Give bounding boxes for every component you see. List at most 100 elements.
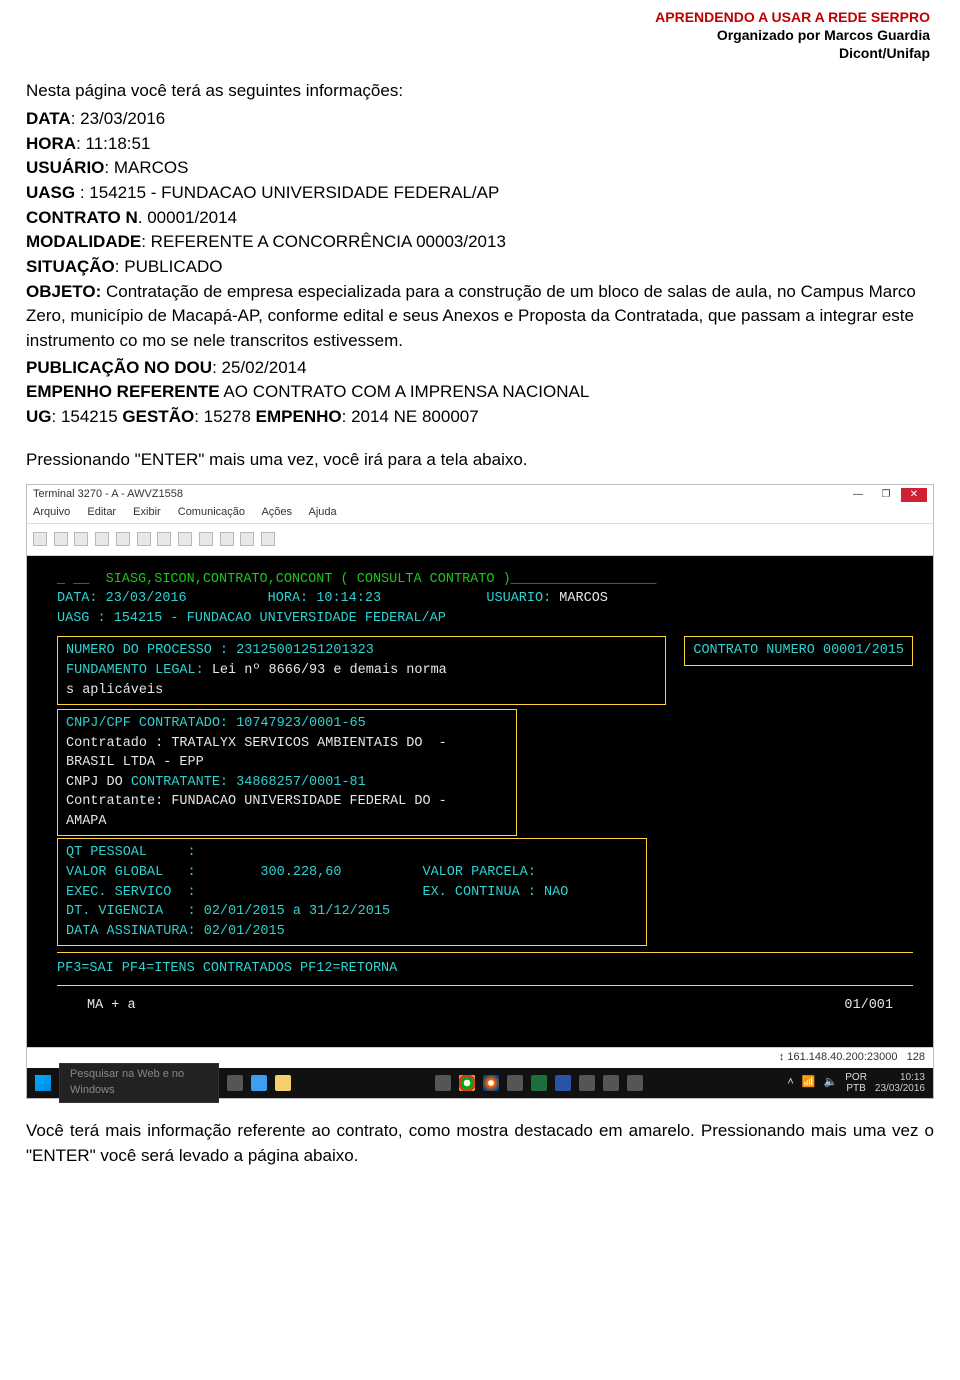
ug-label: UG — [26, 407, 52, 426]
folder-icon[interactable] — [275, 1075, 291, 1091]
menubar: Arquivo Editar Exibir Comunicação Ações … — [27, 503, 933, 524]
toolbar-icon[interactable] — [261, 532, 275, 546]
menu-exibir[interactable]: Exibir — [133, 506, 161, 518]
app-icon[interactable] — [435, 1075, 451, 1091]
term-separator — [57, 952, 913, 953]
term-box2-l3: BRASIL LTDA - EPP — [66, 753, 508, 773]
term-box3-l1: QT PESSOAL : — [66, 843, 638, 863]
terminal-screen[interactable]: _ __ SIASG,SICON,CONTRATO,CONCONT ( CONS… — [27, 556, 933, 1048]
term-box-row1: NUMERO DO PROCESSO : 23125001251201323 F… — [57, 634, 913, 707]
taskbar-search-input[interactable]: Pesquisar na Web e no Windows — [59, 1063, 219, 1103]
field-usuario: USUÁRIO: MARCOS — [26, 156, 934, 181]
terminal-connection: ↕ 161.148.40.200:23000 128 — [779, 1050, 925, 1066]
term-box3-l5: DATA ASSINATURA: 02/01/2015 — [66, 922, 638, 942]
term-box2-l2: Contratado : TRATALYX SERVICOS AMBIENTAI… — [66, 734, 508, 754]
tray-chevron-icon[interactable]: ˄ — [787, 1075, 793, 1091]
term-status-left: MA + a — [87, 996, 136, 1016]
firefox-icon[interactable] — [483, 1075, 499, 1091]
data-value: : 23/03/2016 — [71, 109, 166, 128]
window-titlebar: Terminal 3270 - A - AWVZ1558 — ❐ ✕ — [27, 485, 933, 503]
ie-icon[interactable] — [251, 1075, 267, 1091]
field-contrato: CONTRATO N. 00001/2014 — [26, 206, 934, 231]
term-box2-l6: AMAPA — [66, 812, 508, 832]
term-box1-l3: s aplicáveis — [66, 681, 657, 701]
gestao-value: : 15278 — [194, 407, 255, 426]
menu-editar[interactable]: Editar — [87, 506, 116, 518]
toolbar-icon[interactable] — [116, 532, 130, 546]
excel-icon[interactable] — [531, 1075, 547, 1091]
usuario-label: USUÁRIO — [26, 158, 104, 177]
term-box-contratado: CNPJ/CPF CONTRATADO: 10747923/0001-65 Co… — [57, 709, 517, 836]
term-box-contrato-num: CONTRATO NUMERO 00001/2015 — [684, 636, 913, 666]
field-hora: HORA: 11:18:51 — [26, 132, 934, 157]
page-header: APRENDENDO A USAR A REDE SERPRO Organiza… — [0, 0, 960, 67]
field-situacao: SITUAÇÃO: PUBLICADO — [26, 255, 934, 280]
term-data-line: DATA: 23/03/2016 HORA: 10:14:23 USUARIO:… — [57, 589, 913, 609]
word-icon[interactable] — [555, 1075, 571, 1091]
chrome-icon[interactable] — [459, 1075, 475, 1091]
toolbar-icon[interactable] — [220, 532, 234, 546]
toolbar-icon[interactable] — [95, 532, 109, 546]
tray-clock[interactable]: 10:13 23/03/2016 — [875, 1072, 925, 1094]
toolbar-icon[interactable] — [178, 532, 192, 546]
term-uasg-line: UASG : 154215 - FUNDACAO UNIVERSIDADE FE… — [57, 609, 913, 629]
menu-arquivo[interactable]: Arquivo — [33, 506, 70, 518]
term-usuario-label: USUARIO: — [486, 591, 551, 606]
term-box3-l4: DT. VIGENCIA : 02/01/2015 a 31/12/2015 — [66, 902, 638, 922]
term-box1-l2: FUNDAMENTO LEGAL: Lei nº 8666/93 e demai… — [66, 661, 657, 681]
result-instruction: Pressionando "ENTER" mais uma vez, você … — [26, 448, 934, 473]
term-usuario-value: MARCOS — [551, 591, 608, 606]
pub-value: : 25/02/2014 — [212, 358, 307, 377]
field-publicacao: PUBLICAÇÃO NO DOU: 25/02/2014 — [26, 356, 934, 381]
header-dept: Dicont/Unifap — [30, 44, 930, 62]
menu-comunicacao[interactable]: Comunicação — [178, 506, 245, 518]
menu-ajuda[interactable]: Ajuda — [309, 506, 337, 518]
toolbar-icon[interactable] — [157, 532, 171, 546]
term-box-valores: QT PESSOAL : VALOR GLOBAL : 300.228,60 V… — [57, 838, 647, 946]
modalidade-label: MODALIDADE — [26, 232, 141, 251]
term-status-right: 01/001 — [844, 996, 893, 1016]
toolbar-icon[interactable] — [137, 532, 151, 546]
app-icon[interactable] — [603, 1075, 619, 1091]
toolbar — [27, 524, 933, 556]
term-box2-l5: Contratante: FUNDACAO UNIVERSIDADE FEDER… — [66, 792, 508, 812]
tray-language[interactable]: POR PTB — [845, 1072, 867, 1094]
term-box3-l2: VALOR GLOBAL : 300.228,60 VALOR PARCELA: — [66, 863, 638, 883]
empenho-ref-label: EMPENHO REFERENTE — [26, 382, 220, 401]
window-title: Terminal 3270 - A - AWVZ1558 — [33, 487, 183, 503]
term-data-left: DATA: 23/03/2016 HORA: 10:14:23 — [57, 591, 381, 606]
data-label: DATA — [26, 109, 71, 128]
toolbar-icon[interactable] — [33, 532, 47, 546]
contrato-label: CONTRATO N — [26, 208, 138, 227]
menu-acoes[interactable]: Ações — [261, 506, 292, 518]
tray-network-icon[interactable]: 📶 — [802, 1075, 816, 1091]
app-icon[interactable] — [507, 1075, 523, 1091]
toolbar-icon[interactable] — [54, 532, 68, 546]
app-icon[interactable] — [579, 1075, 595, 1091]
pub-label: PUBLICAÇÃO NO DOU — [26, 358, 212, 377]
tray-volume-icon[interactable]: 🔈 — [824, 1075, 838, 1091]
maximize-button[interactable]: ❐ — [873, 488, 899, 502]
taskview-icon[interactable] — [227, 1075, 243, 1091]
term-status-line: MA + a 01/001 — [57, 992, 913, 1024]
objeto-value: Contratação de empresa especializada par… — [26, 282, 916, 350]
close-button[interactable]: ✕ — [901, 488, 927, 502]
term-separator — [57, 985, 913, 986]
term-pf-line: PF3=SAI PF4=ITENS CONTRATADOS PF12=RETOR… — [57, 959, 913, 979]
hora-label: HORA — [26, 134, 76, 153]
terminal-window: Terminal 3270 - A - AWVZ1558 — ❐ ✕ Arqui… — [26, 484, 934, 1099]
field-ug-gestao-empenho: UG: 154215 GESTÃO: 15278 EMPENHO: 2014 N… — [26, 405, 934, 430]
windows-start-icon[interactable] — [35, 1075, 51, 1091]
toolbar-icon[interactable] — [240, 532, 254, 546]
term-box2-l4: CNPJ DO CONTRATANTE: 34868257/0001-81 — [66, 773, 508, 793]
header-title: APRENDENDO A USAR A REDE SERPRO — [30, 8, 930, 26]
field-data: DATA: 23/03/2016 — [26, 107, 934, 132]
minimize-button[interactable]: — — [845, 488, 871, 502]
situacao-label: SITUAÇÃO — [26, 257, 115, 276]
window-controls: — ❐ ✕ — [845, 488, 927, 502]
toolbar-icon[interactable] — [74, 532, 88, 546]
toolbar-icon[interactable] — [199, 532, 213, 546]
situacao-value: : PUBLICADO — [115, 257, 223, 276]
empenho-ref-value: AO CONTRATO COM A IMPRENSA NACIONAL — [220, 382, 590, 401]
app-icon[interactable] — [627, 1075, 643, 1091]
